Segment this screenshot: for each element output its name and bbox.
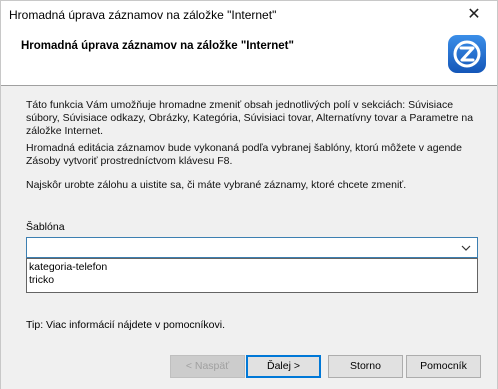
template-dropdown-list: kategoria-telefon tricko	[26, 258, 478, 293]
cancel-button[interactable]: Storno	[328, 355, 403, 378]
description-paragraph: Táto funkcia Vám umožňuje hromadne zmeni…	[26, 99, 474, 137]
back-button[interactable]: < Naspäť	[170, 355, 245, 378]
dialog-window: Hromadná úprava záznamov na záložke "Int…	[0, 0, 498, 389]
dropdown-option[interactable]: tricko	[28, 274, 476, 287]
next-button[interactable]: Ďalej >	[246, 355, 321, 378]
page-heading: Hromadná úprava záznamov na záložke "Int…	[21, 40, 294, 52]
template-label: Šablóna	[26, 221, 65, 233]
window-title: Hromadná úprava záznamov na záložke "Int…	[9, 8, 277, 22]
chevron-down-icon[interactable]	[459, 239, 473, 257]
button-bar: < Naspäť Ďalej > Storno Pomocník	[1, 347, 497, 389]
z-logo-icon	[448, 35, 486, 73]
backup-warning-paragraph: Najskôr urobte zálohu a uistite sa, či m…	[26, 179, 407, 191]
wizard-header: Hromadná úprava záznamov na záložke "Int…	[1, 29, 497, 86]
title-bar: Hromadná úprava záznamov na záložke "Int…	[1, 1, 497, 29]
dropdown-option[interactable]: kategoria-telefon	[28, 261, 476, 274]
wizard-content: Táto funkcia Vám umožňuje hromadne zmeni…	[1, 87, 497, 347]
close-icon[interactable]: ✕	[451, 1, 497, 29]
template-info-paragraph: Hromadná editácia záznamov bude vykonaná…	[26, 142, 462, 167]
help-button[interactable]: Pomocník	[406, 355, 481, 378]
template-select[interactable]	[26, 237, 478, 258]
help-tip: Tip: Viac informácií nájdete v pomocníko…	[26, 319, 226, 331]
